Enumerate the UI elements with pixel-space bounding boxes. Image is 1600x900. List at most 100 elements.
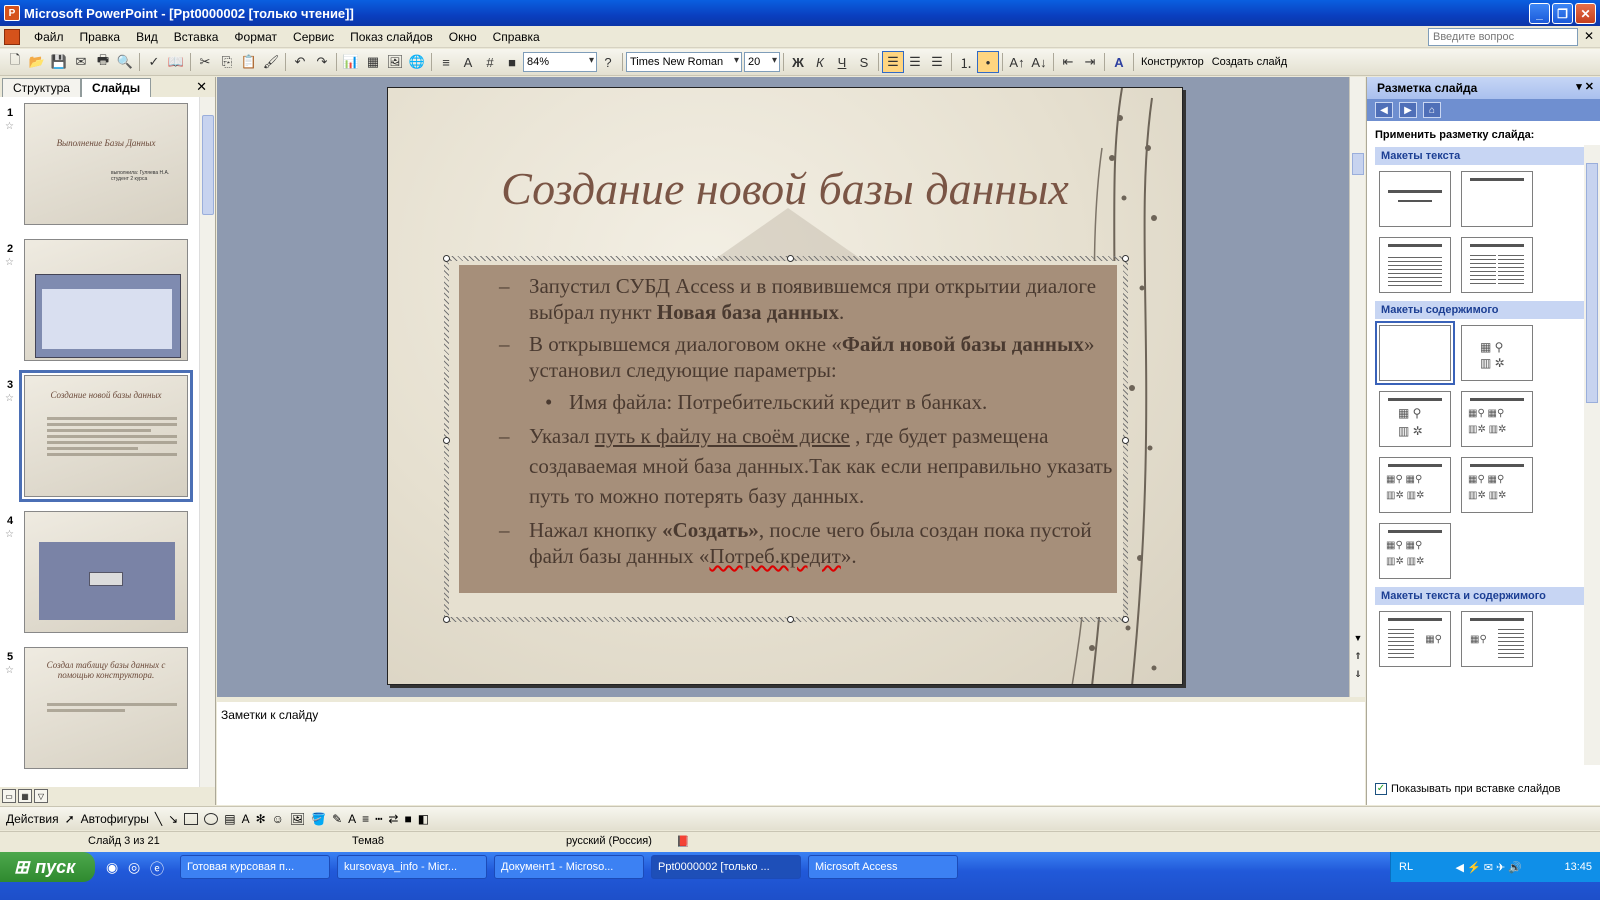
open-icon[interactable]: 📂 <box>26 51 48 73</box>
forward-icon[interactable]: ▶ <box>1399 102 1417 118</box>
redo-icon[interactable]: ↷ <box>311 51 333 73</box>
slide-thumbnail[interactable]: Выполнение Базы Данных выполнила: Гуляев… <box>24 103 188 225</box>
resize-handle[interactable] <box>1122 255 1129 262</box>
close-pane-icon[interactable]: ✕ <box>196 79 207 95</box>
copy-icon[interactable]: ⎘ <box>216 51 238 73</box>
notes-pane[interactable]: Заметки к слайду <box>217 698 1365 805</box>
help-question-input[interactable]: Введите вопрос <box>1428 28 1578 46</box>
align-left-icon[interactable]: ☰ <box>882 51 904 73</box>
rectangle-icon[interactable] <box>184 812 199 825</box>
menu-tools[interactable]: Сервис <box>285 30 342 44</box>
resize-handle[interactable] <box>1122 437 1129 444</box>
align-center-icon[interactable]: ☰ <box>904 51 926 73</box>
layout-content[interactable]: ▦ ⚲ ▥ ✲ <box>1461 325 1533 381</box>
italic-button[interactable]: К <box>809 51 831 73</box>
decrease-font-icon[interactable]: A↓ <box>1028 51 1050 73</box>
menu-format[interactable]: Формат <box>226 30 285 44</box>
powerpoint-app-icon[interactable]: P <box>4 5 20 21</box>
menu-view[interactable]: Вид <box>128 30 166 44</box>
research-icon[interactable]: 📖 <box>165 51 187 73</box>
clock[interactable]: 13:45 <box>1564 861 1592 873</box>
taskbar-item[interactable]: Microsoft Access <box>808 855 958 879</box>
insert-picture-icon[interactable]: 🖼 <box>384 51 406 73</box>
underline-button[interactable]: Ч <box>831 51 853 73</box>
thumbnails-scrollbar[interactable] <box>199 97 215 787</box>
menu-help[interactable]: Справка <box>485 30 548 44</box>
autoshapes-menu[interactable]: Автофигуры <box>81 812 149 826</box>
oval-icon[interactable] <box>204 812 219 825</box>
expand-all-icon[interactable]: ≡ <box>435 51 457 73</box>
designer-button[interactable]: Конструктор <box>1137 56 1208 68</box>
resize-handle[interactable] <box>443 255 450 262</box>
actions-menu[interactable]: Действия <box>6 812 59 826</box>
resize-handle[interactable] <box>787 255 794 262</box>
font-color-icon[interactable]: A <box>348 812 356 826</box>
numbering-icon[interactable]: ⒈ <box>955 51 977 73</box>
color-grayscale-icon[interactable]: ■ <box>501 51 523 73</box>
slide-scrollbar[interactable]: ▼ ⇑ ⇓ <box>1349 77 1365 697</box>
layout-text-content[interactable]: ▦⚲ <box>1379 611 1451 667</box>
shadow-style-icon[interactable]: ■ <box>404 812 411 826</box>
layout-title-only[interactable] <box>1461 171 1533 227</box>
layout-four-content[interactable]: ▦⚲ ▦⚲ ▥✲ ▥✲ <box>1379 457 1451 513</box>
task-pane-close-icon[interactable]: ▾ ✕ <box>1576 80 1594 93</box>
diagram-icon[interactable]: ✻ <box>256 812 266 826</box>
font-size-select[interactable]: 20 <box>744 52 780 72</box>
insert-table-icon[interactable]: ▦ <box>362 51 384 73</box>
picture-icon[interactable]: 🖼 <box>290 812 305 826</box>
zoom-select[interactable]: 84% <box>523 52 597 72</box>
print-preview-icon[interactable]: 🔍 <box>114 51 136 73</box>
resize-handle[interactable] <box>1122 616 1129 623</box>
undo-icon[interactable]: ↶ <box>289 51 311 73</box>
taskbar-item[interactable]: kursovaya_info - Micr... <box>337 855 487 879</box>
permission-icon[interactable]: ✉ <box>70 51 92 73</box>
new-slide-button[interactable]: Создать слайд <box>1208 56 1291 68</box>
show-on-insert-checkbox[interactable]: ✓ <box>1375 783 1387 795</box>
next-slide-icon[interactable]: ⇓ <box>1352 669 1364 683</box>
layout-title-slide[interactable] <box>1379 171 1451 227</box>
tray-icons[interactable]: ◀ ⚡ ✉ ✈ 🔊 <box>1456 861 1523 874</box>
3d-style-icon[interactable]: ◧ <box>418 812 429 826</box>
home-icon[interactable]: ⌂ <box>1423 102 1441 118</box>
layout-content-text[interactable]: ▦⚲ <box>1461 611 1533 667</box>
taskbar-item[interactable]: Готовая курсовая п... <box>180 855 330 879</box>
help-icon[interactable]: ? <box>597 51 619 73</box>
clipart-icon[interactable]: ☺ <box>272 812 284 826</box>
slide-thumbnail-selected[interactable]: Создание новой базы данных <box>19 370 193 502</box>
input-language[interactable]: RL <box>1399 861 1413 873</box>
start-button[interactable]: ⊞ пуск <box>0 852 95 882</box>
layout-three-content[interactable]: ▦⚲ ▦⚲ ▥✲ ▥✲ <box>1461 457 1533 513</box>
decrease-indent-icon[interactable]: ⇤ <box>1057 51 1079 73</box>
insert-chart-icon[interactable]: 📊 <box>340 51 362 73</box>
normal-view-icon[interactable]: ▭ <box>2 789 16 803</box>
taskbar-item-active[interactable]: Ppt0000002 [только ... <box>651 855 801 879</box>
slide-thumbnail[interactable] <box>24 239 188 361</box>
layout-four-content-alt[interactable]: ▦⚲ ▦⚲ ▥✲ ▥✲ <box>1379 523 1451 579</box>
select-objects-icon[interactable]: ➚ <box>65 812 75 826</box>
notes-placeholder[interactable]: Заметки к слайду <box>221 708 318 722</box>
layout-two-content[interactable]: ▦⚲ ▦⚲ ▥✲ ▥✲ <box>1461 391 1533 447</box>
minimize-button[interactable]: _ <box>1529 3 1550 24</box>
tab-slides[interactable]: Слайды <box>80 78 152 97</box>
task-pane-scrollbar[interactable] <box>1584 145 1600 765</box>
arrow-style-icon[interactable]: ⇄ <box>388 812 398 826</box>
line-style-icon[interactable]: ≡ <box>362 812 369 826</box>
menu-window[interactable]: Окно <box>441 30 485 44</box>
print-icon[interactable]: 🖶 <box>92 51 114 73</box>
grid-icon[interactable]: # <box>479 51 501 73</box>
format-painter-icon[interactable]: 🖌 <box>260 51 282 73</box>
ie-icon[interactable]: ⓔ <box>150 859 164 879</box>
new-icon[interactable]: 🗋 <box>4 51 26 73</box>
dash-style-icon[interactable]: ┅ <box>375 812 382 826</box>
previous-slide-icon[interactable]: ⇑ <box>1352 651 1364 665</box>
save-icon[interactable]: 💾 <box>48 51 70 73</box>
slide-sorter-icon[interactable]: ▦ <box>18 789 32 803</box>
wordart-icon[interactable]: A <box>242 812 250 826</box>
slide-thumbnail[interactable]: Создал таблицу базы данных с помощью кон… <box>24 647 188 769</box>
back-icon[interactable]: ◀ <box>1375 102 1393 118</box>
cut-icon[interactable]: ✂ <box>194 51 216 73</box>
line-icon[interactable]: ╲ <box>155 812 162 826</box>
spelling-icon[interactable]: ✓ <box>143 51 165 73</box>
content-textbox[interactable]: Запустил СУБД Access и в появившемся при… <box>443 255 1129 623</box>
layout-title-text[interactable] <box>1379 237 1451 293</box>
